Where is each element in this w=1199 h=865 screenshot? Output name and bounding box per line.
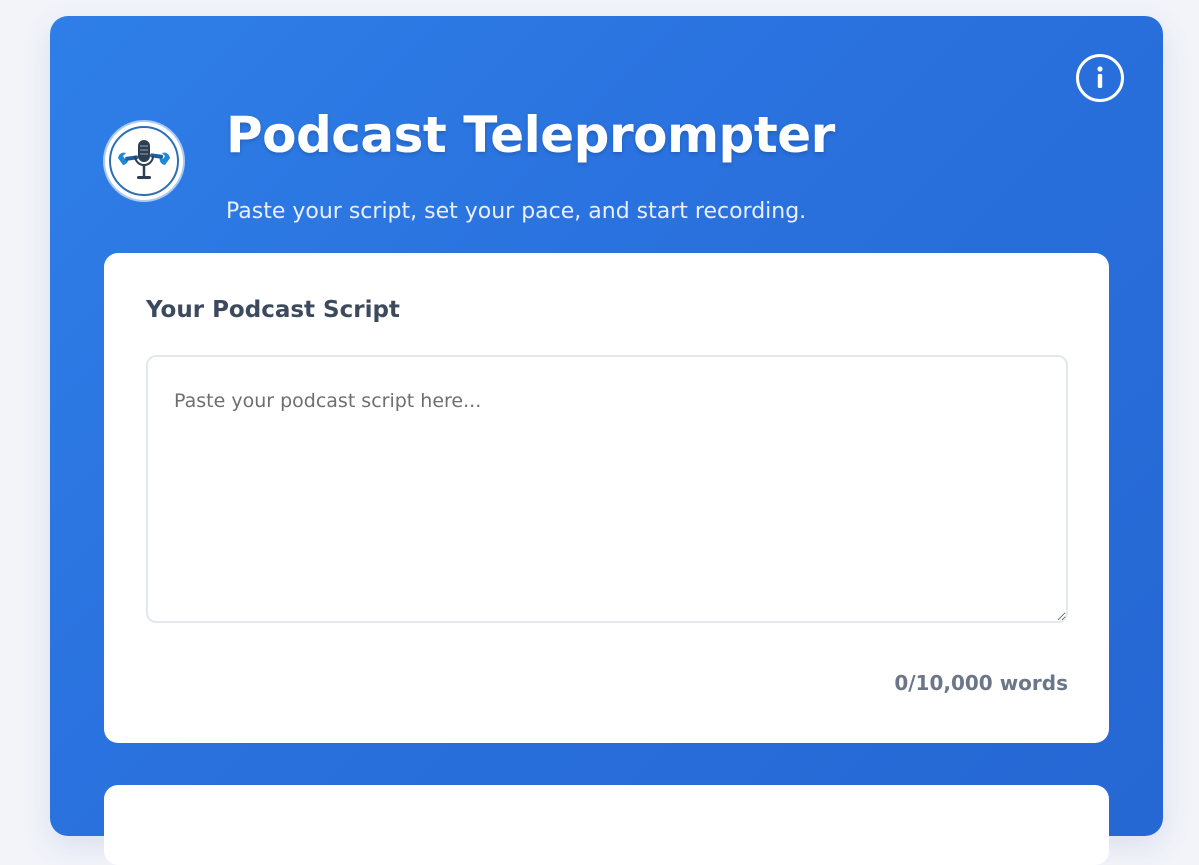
settings-panel	[104, 785, 1109, 865]
page-title: Podcast Teleprompter	[226, 106, 835, 164]
microphone-wrench-logo	[118, 140, 170, 179]
info-button[interactable]	[1076, 54, 1124, 102]
script-panel: Your Podcast Script 0/10,000 words	[104, 253, 1109, 743]
script-label: Your Podcast Script	[146, 297, 400, 323]
script-input[interactable]	[146, 355, 1068, 623]
app-logo	[105, 122, 183, 200]
info-icon	[1097, 66, 1103, 88]
page-subtitle: Paste your script, set your pace, and st…	[226, 199, 807, 224]
word-count: 0/10,000 words	[894, 671, 1068, 695]
app-card: Podcast Teleprompter Paste your script, …	[50, 16, 1163, 865]
